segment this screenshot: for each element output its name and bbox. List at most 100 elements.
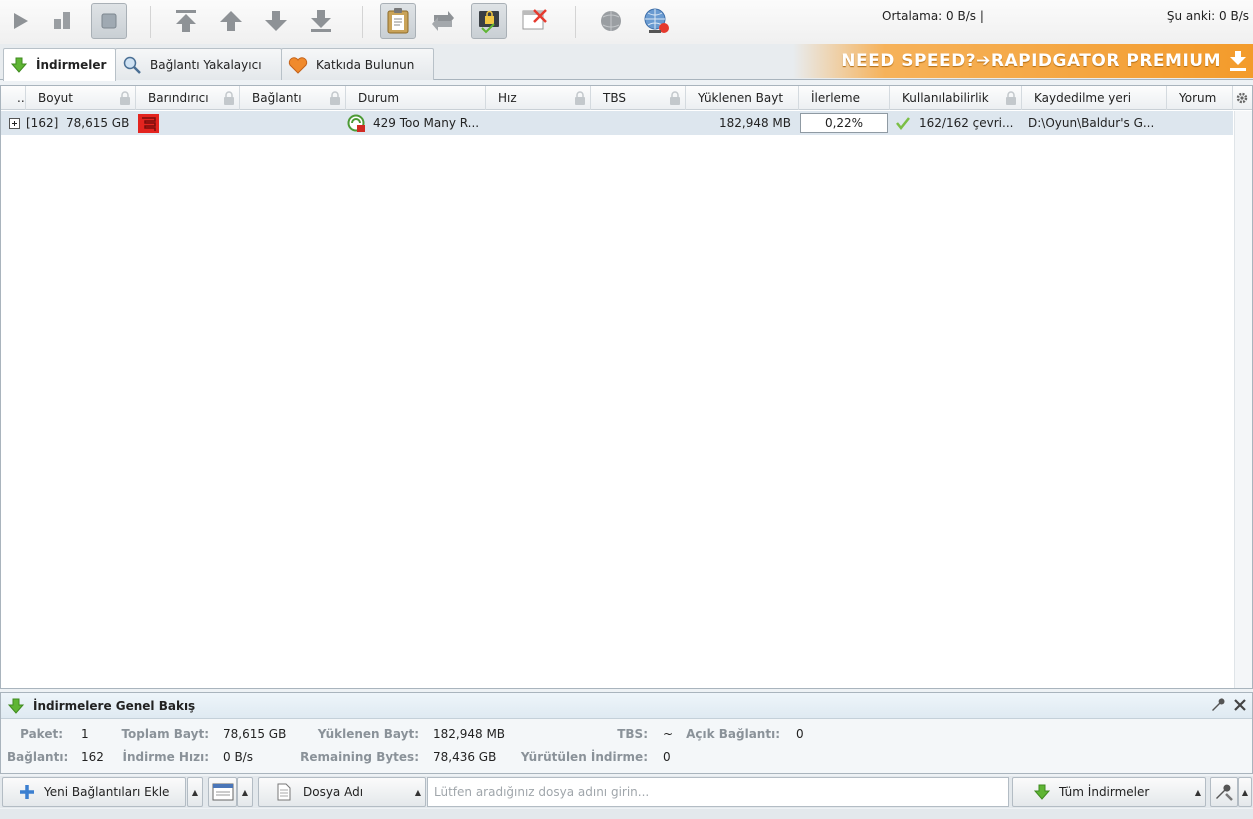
plus-box-icon [9, 117, 20, 129]
move-to-bottom-button[interactable] [303, 3, 339, 39]
column-header-save-to[interactable]: Kaydedilme yeri [1022, 86, 1167, 110]
table-row[interactable]: [162] 78,615 GB 429 Too Many R... 182,94… [1, 111, 1233, 135]
row-package-count: [162] [26, 116, 59, 130]
add-new-links-button[interactable]: Yeni Bağlantıları Ekle [2, 777, 186, 807]
overview-links-label: Bağlantı: [7, 750, 69, 764]
rapidgator-promo-banner[interactable]: NEED SPEED?➔RAPIDGATOR PREMIUM [793, 44, 1253, 78]
caret-up-icon: ▲ [1241, 787, 1249, 797]
gear-icon [1236, 92, 1248, 104]
lock-icon [670, 91, 680, 105]
reconnect-button[interactable] [425, 3, 461, 39]
column-header-status[interactable]: Durum [346, 86, 486, 110]
globe-refresh-icon [601, 11, 621, 31]
column-header-comment[interactable]: Yorum [1167, 86, 1233, 110]
toolbar-separator [150, 6, 151, 38]
tools-icon [1216, 784, 1233, 801]
row-loaded: 182,948 MB [718, 116, 791, 130]
overview-running-label: Yürütülen İndirme: [520, 750, 648, 764]
column-header-connection-label: Bağlantı [252, 91, 302, 105]
add-links-menu-button[interactable]: ▲ [187, 777, 203, 807]
pause-downloads-button[interactable] [44, 3, 80, 39]
column-header-speed-label: Hız [498, 91, 517, 105]
toolbar-separator [575, 6, 576, 38]
caret-up-icon: ▲ [241, 787, 249, 797]
overview-dlspeed-label: İndirme Hızı: [122, 750, 209, 764]
overview-links-value: 162 [81, 750, 104, 764]
overview-loaded-value: 182,948 MB [433, 727, 506, 741]
main-toolbar: Ortalama: 0 B/s | Şu anki: 0 B/s [0, 0, 1253, 44]
row-availability: 162/162 çevri... [896, 111, 1013, 135]
settings-menu-button[interactable]: ▲ [1238, 777, 1252, 807]
overview-total-value: 78,615 GB [223, 727, 287, 741]
column-header-connection[interactable]: Bağlantı [240, 86, 346, 110]
column-header-eta[interactable]: TBS [591, 86, 686, 110]
view-filter-selector[interactable]: Tüm İndirmeler ▲ [1012, 777, 1206, 807]
tab-contribute-label: Katkıda Bulunun [316, 57, 415, 72]
row-status-text: 429 Too Many R... [373, 116, 480, 130]
start-downloads-button[interactable] [2, 3, 38, 39]
search-input[interactable] [434, 785, 1008, 799]
clipboard-monitor-button[interactable] [380, 3, 416, 39]
table-header: .. Boyut Barındırıcı Bağlantı Durum Hız … [1, 86, 1252, 110]
clear-list-button[interactable] [208, 777, 237, 807]
tab-contribute[interactable]: Katkıda Bulunun [281, 48, 434, 80]
premium-toggle-button[interactable] [471, 3, 507, 39]
downloads-overview-panel: İndirmelere Genel Bakış Paket: 1 Toplam … [0, 692, 1253, 774]
status-bar [0, 809, 1253, 819]
overview-packages-value: 1 [81, 727, 89, 741]
overview-remaining-label: Remaining Bytes: [300, 750, 419, 764]
move-to-top-button[interactable] [168, 3, 204, 39]
search-bar [427, 777, 1009, 807]
stop-downloads-button[interactable] [91, 3, 127, 39]
table-scrollbar[interactable] [1234, 111, 1252, 688]
list-clean-icon [212, 783, 233, 801]
current-speed-readout: Şu anki: 0 B/s [1166, 9, 1249, 23]
lock-icon [575, 91, 585, 105]
tab-downloads[interactable]: İndirmeler [3, 48, 116, 81]
promo-text: NEED SPEED?➔RAPIDGATOR PREMIUM [841, 51, 1221, 71]
column-settings-button[interactable] [1233, 86, 1252, 110]
clear-menu-button[interactable]: ▲ [237, 777, 253, 807]
wrench-icon[interactable] [1210, 697, 1226, 713]
caret-up-icon: ▲ [414, 787, 421, 797]
lock-icon [1006, 91, 1016, 105]
bottom-settings-button[interactable] [1210, 777, 1238, 807]
column-header-host[interactable]: Barındırıcı [136, 86, 240, 110]
auto-reconnect-button[interactable] [516, 3, 552, 39]
update-button[interactable] [593, 3, 629, 39]
move-down-button[interactable] [258, 3, 294, 39]
document-icon [277, 783, 291, 801]
overview-running-value: 0 [663, 750, 671, 764]
lock-icon [330, 91, 340, 105]
caret-up-icon: ▲ [1194, 787, 1201, 797]
reconnect-icon [432, 11, 454, 31]
bottom-toolbar: Yeni Bağlantıları Ekle ▲ ▲ Dosya Adı ▲ T… [0, 776, 1253, 808]
column-header-progress[interactable]: İlerleme [799, 86, 890, 110]
overview-remaining-value: 78,436 GB [433, 750, 497, 764]
plus-icon [20, 785, 34, 799]
download-arrow-icon [10, 57, 28, 73]
download-arrow-icon [1033, 784, 1051, 800]
tab-linkgrabber[interactable]: Bağlantı Yakalayıcı [115, 48, 282, 80]
column-header-dot[interactable]: .. [1, 86, 26, 110]
column-header-speed[interactable]: Hız [486, 86, 591, 110]
rapidgator-host-icon [138, 113, 159, 133]
overview-eta-value: ~ [663, 727, 674, 741]
row-host [138, 111, 159, 135]
expand-toggle[interactable] [9, 111, 20, 135]
download-promo-icon [1230, 51, 1246, 71]
tab-linkgrabber-label: Bağlantı Yakalayıcı [150, 57, 262, 72]
column-header-loaded[interactable]: Yüklenen Bayt [686, 86, 799, 110]
view-filter-label: Tüm İndirmeler [1059, 785, 1150, 799]
stop-icon [101, 13, 117, 29]
column-header-availability-label: Kullanılabilirlik [902, 91, 989, 105]
premium-globe-button[interactable] [638, 3, 674, 39]
move-up-button[interactable] [213, 3, 249, 39]
column-header-size[interactable]: Boyut [26, 86, 136, 110]
main-tab-bar: İndirmeler Bağlantı Yakalayıcı Katkıda B… [0, 44, 1253, 81]
column-header-availability[interactable]: Kullanılabilirlik [890, 86, 1022, 110]
overview-header: İndirmelere Genel Bakış [1, 693, 1252, 719]
close-icon[interactable] [1232, 697, 1248, 713]
search-field-selector[interactable]: Dosya Adı ▲ [258, 777, 426, 807]
tab-downloads-label: İndirmeler [36, 58, 107, 72]
